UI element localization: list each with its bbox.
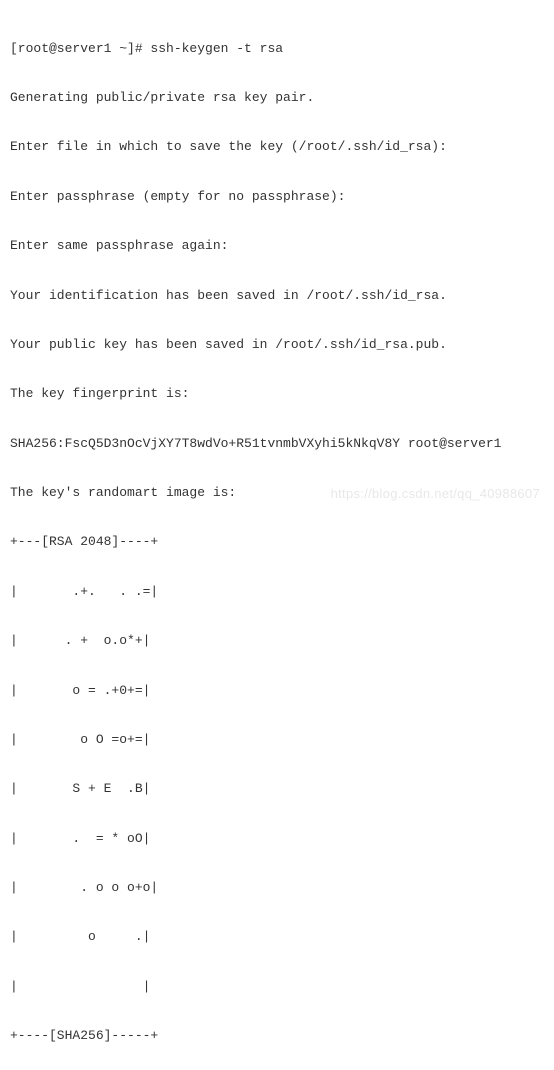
terminal-line: | | bbox=[10, 975, 544, 1000]
terminal-line: | . = * oO| bbox=[10, 827, 544, 852]
terminal-line: Your identification has been saved in /r… bbox=[10, 284, 544, 309]
terminal-line: SHA256:FscQ5D3nOcVjXY7T8wdVo+R51tvnmbVXy… bbox=[10, 432, 544, 457]
terminal-line: Enter same passphrase again: bbox=[10, 234, 544, 259]
terminal-line: Generating public/private rsa key pair. bbox=[10, 86, 544, 111]
terminal-line: Your public key has been saved in /root/… bbox=[10, 333, 544, 358]
terminal-line: | S + E .B| bbox=[10, 777, 544, 802]
terminal-line: Enter file in which to save the key (/ro… bbox=[10, 135, 544, 160]
terminal-line: The key fingerprint is: bbox=[10, 382, 544, 407]
terminal-line: +---[RSA 2048]----+ bbox=[10, 530, 544, 555]
terminal-output: [root@server1 ~]# ssh-keygen -t rsa Gene… bbox=[10, 12, 544, 1070]
terminal-line: | .+. . .=| bbox=[10, 580, 544, 605]
terminal-line: | o O =o+=| bbox=[10, 728, 544, 753]
terminal-line: +----[SHA256]-----+ bbox=[10, 1024, 544, 1049]
terminal-line: | . o o o+o| bbox=[10, 876, 544, 901]
terminal-line: Enter passphrase (empty for no passphras… bbox=[10, 185, 544, 210]
terminal-line: [root@server1 ~]# ssh-keygen -t rsa bbox=[10, 37, 544, 62]
terminal-line: | . + o.o*+| bbox=[10, 629, 544, 654]
terminal-line: The key's randomart image is: bbox=[10, 481, 544, 506]
terminal-line: | o .| bbox=[10, 925, 544, 950]
terminal-line: | o = .+0+=| bbox=[10, 679, 544, 704]
